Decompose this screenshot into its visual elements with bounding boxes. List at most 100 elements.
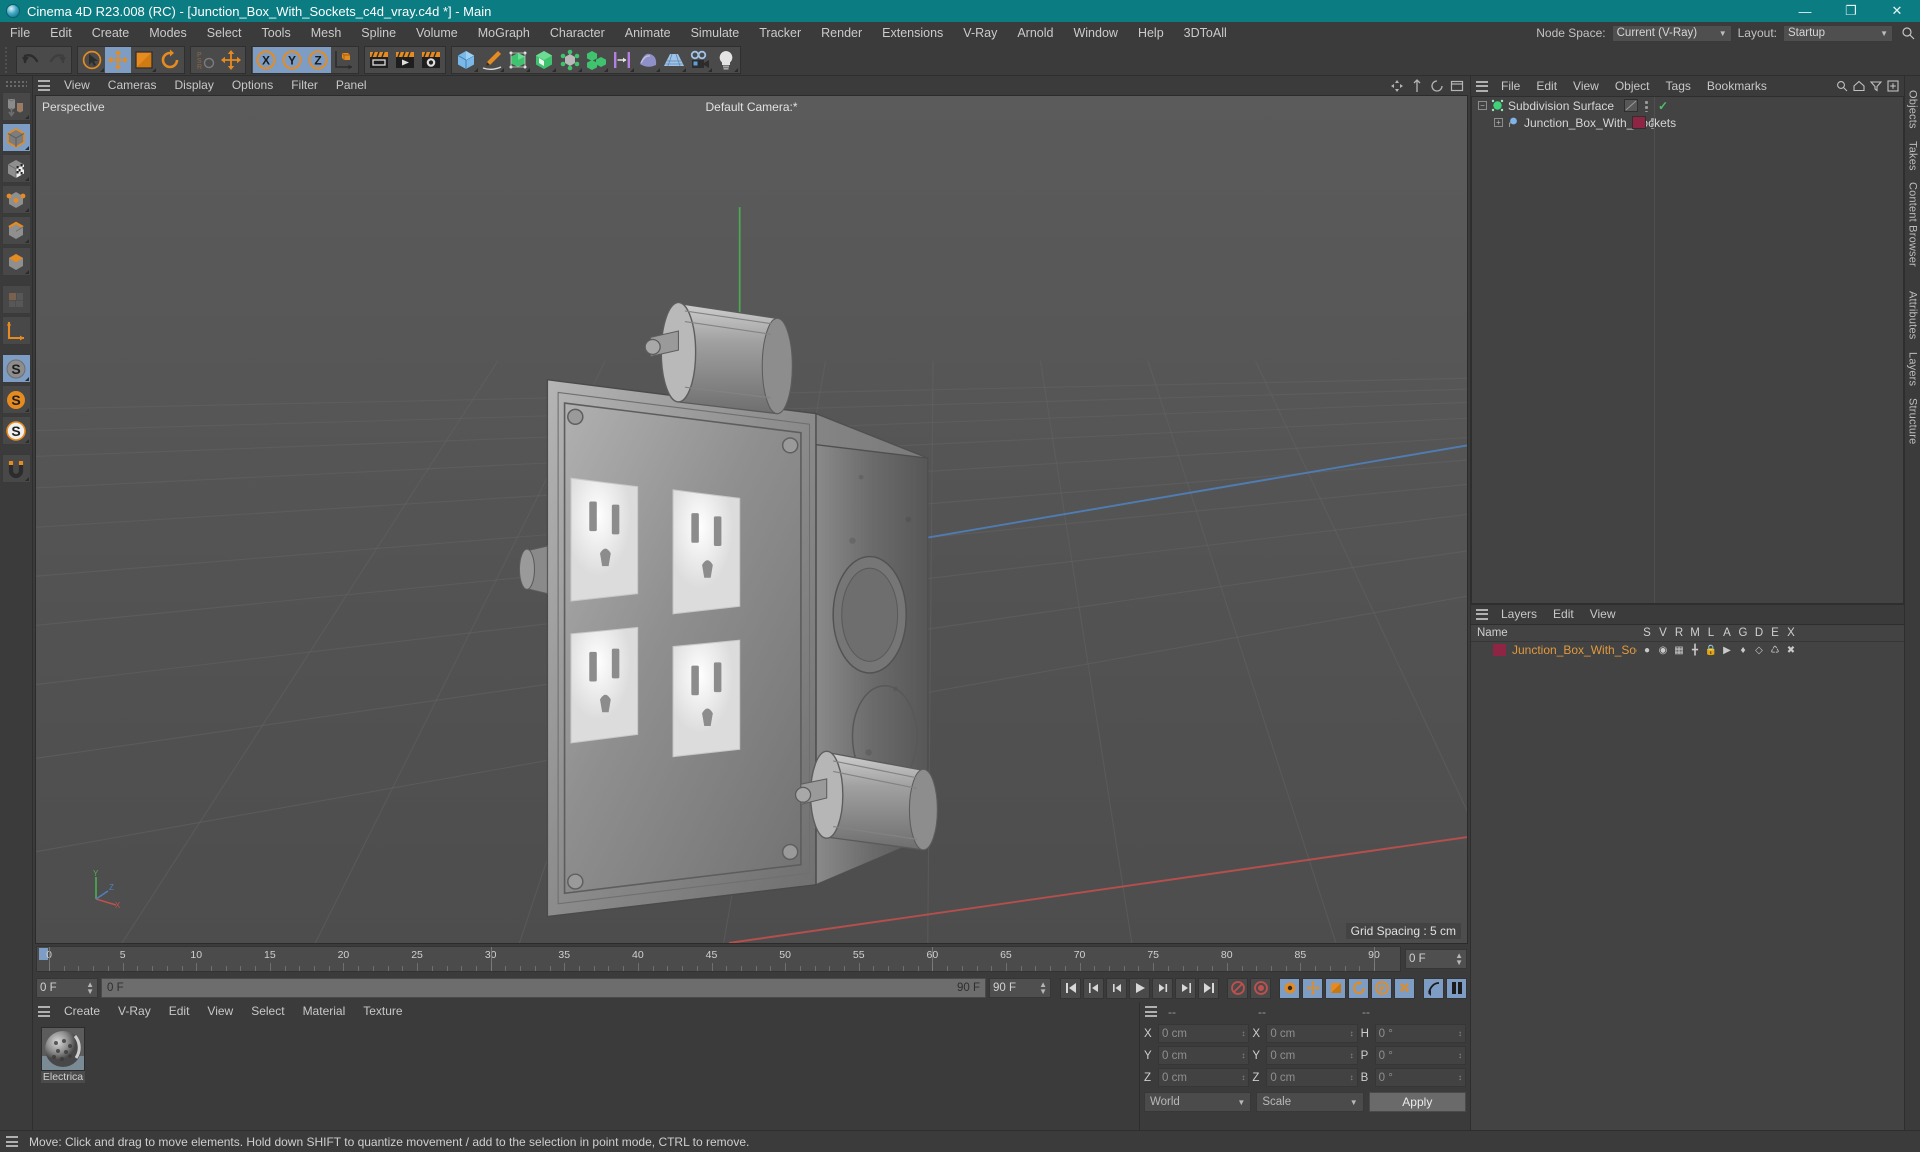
viewport-menu-display[interactable]: Display: [165, 76, 222, 95]
live-selection-button[interactable]: [79, 46, 105, 73]
make-editable-button[interactable]: [1, 92, 31, 121]
tab-layers[interactable]: Layers: [1907, 346, 1919, 392]
spinner-icon[interactable]: ↕: [1350, 1029, 1354, 1038]
layer-lock-icon[interactable]: 🔒: [1704, 645, 1718, 656]
viewport-menu-options[interactable]: Options: [223, 76, 282, 95]
spinner-icon[interactable]: ↕: [1241, 1029, 1245, 1038]
menu-extensions[interactable]: Extensions: [872, 22, 953, 44]
layer-deformer-icon[interactable]: ◇: [1752, 645, 1766, 656]
apply-button[interactable]: Apply: [1368, 1092, 1466, 1112]
tab-takes[interactable]: Takes: [1907, 135, 1919, 177]
pan-view-icon[interactable]: [1390, 79, 1404, 93]
extrude-generator-button[interactable]: [531, 46, 557, 73]
pen-spline-button[interactable]: [479, 46, 505, 73]
previous-frame-button[interactable]: [1106, 977, 1127, 999]
layer-manager-icon[interactable]: ╋: [1688, 645, 1702, 656]
viewport-menu-view[interactable]: View: [55, 76, 99, 95]
material-list[interactable]: Electrica: [33, 1021, 1139, 1130]
scale-tool-button[interactable]: [131, 46, 157, 73]
position-y-field[interactable]: 0 cm ↕: [1158, 1046, 1250, 1065]
menu-arnold[interactable]: Arnold: [1007, 22, 1063, 44]
auto-key-button[interactable]: [1250, 977, 1271, 999]
layout-dropdown[interactable]: Startup ▼: [1783, 24, 1893, 42]
object-enabled-check-icon[interactable]: ✓: [1658, 99, 1668, 113]
lock-y-button[interactable]: Y: [279, 46, 305, 73]
search-icon[interactable]: [1836, 80, 1848, 92]
render-picture-viewer-button[interactable]: [392, 46, 418, 73]
viewport-menu-cameras[interactable]: Cameras: [99, 76, 166, 95]
previous-key-button[interactable]: [1083, 977, 1104, 999]
layer-color-swatch[interactable]: [1493, 644, 1506, 656]
menu-tools[interactable]: Tools: [252, 22, 301, 44]
size-z-field[interactable]: 0 cm ↕: [1266, 1068, 1358, 1087]
coordinates-hamburger-icon[interactable]: [1143, 1005, 1159, 1018]
redo-button[interactable]: [44, 46, 70, 73]
layers-menu-edit[interactable]: Edit: [1545, 604, 1582, 624]
dynamics-button[interactable]: [1423, 977, 1444, 999]
minimize-button[interactable]: —: [1782, 0, 1828, 22]
material-menu-hamburger-icon[interactable]: [36, 1005, 52, 1018]
timeline-range-bar[interactable]: 0 F 90 F: [101, 978, 986, 998]
render-view-button[interactable]: [366, 46, 392, 73]
spinner-icon[interactable]: ↕: [1241, 1051, 1245, 1060]
object-menu-object[interactable]: Object: [1607, 76, 1658, 96]
world-move-button[interactable]: [218, 46, 244, 73]
rotation-h-field[interactable]: 0 ° ↕: [1374, 1024, 1466, 1043]
field-object-button[interactable]: [609, 46, 635, 73]
material-menu-material[interactable]: Material: [294, 1002, 355, 1021]
size-x-field[interactable]: 0 cm ↕: [1266, 1024, 1358, 1043]
coordinate-system-select[interactable]: World ▼: [1144, 1092, 1252, 1112]
menu-tracker[interactable]: Tracker: [749, 22, 811, 44]
enable-snap-button[interactable]: S: [1, 354, 31, 383]
menu-modes[interactable]: Modes: [139, 22, 197, 44]
cloner-mograph-button[interactable]: [583, 46, 609, 73]
object-dots-icon[interactable]: [1650, 116, 1655, 129]
end-frame-field[interactable]: 90 F ▲ ▼: [989, 978, 1051, 998]
object-menu-tags[interactable]: Tags: [1658, 76, 1699, 96]
viewport-menu-hamburger-icon[interactable]: [36, 79, 52, 92]
material-menu-vray[interactable]: V-Ray: [109, 1002, 160, 1021]
move-tool-button[interactable]: [105, 46, 131, 73]
spinner-icon[interactable]: ↕: [1241, 1073, 1245, 1082]
param-key-button[interactable]: P: [1371, 977, 1392, 999]
spinner-icon[interactable]: ↕: [1350, 1051, 1354, 1060]
spinner-icon[interactable]: ↕: [1458, 1051, 1462, 1060]
menu-mesh[interactable]: Mesh: [301, 22, 352, 44]
object-menu-file[interactable]: File: [1493, 76, 1528, 96]
floor-scene-button[interactable]: [661, 46, 687, 73]
menu-help[interactable]: Help: [1128, 22, 1174, 44]
rotation-p-field[interactable]: 0 ° ↕: [1374, 1046, 1466, 1065]
tab-content-browser[interactable]: Content Browser: [1907, 176, 1919, 273]
node-space-dropdown[interactable]: Current (V-Ray) ▼: [1611, 24, 1732, 42]
object-row-subdivision-surface[interactable]: − Subdivision Surface ✓: [1472, 97, 1903, 114]
polygon-mode-button[interactable]: [1, 247, 31, 276]
spinner-icon[interactable]: ↕: [1458, 1029, 1462, 1038]
position-x-field[interactable]: 0 cm ↕: [1158, 1024, 1250, 1043]
tab-objects[interactable]: Objects: [1907, 84, 1919, 135]
expand-collapse-icon[interactable]: −: [1478, 101, 1487, 110]
object-menu-view[interactable]: View: [1565, 76, 1607, 96]
menu-render[interactable]: Render: [811, 22, 872, 44]
object-tag-swatch[interactable]: [1624, 99, 1638, 112]
timeline-ruler[interactable]: 051015202530354045505560657075808590: [36, 946, 1401, 972]
status-bar-hamburger-icon[interactable]: [4, 1135, 20, 1148]
layer-solo-icon[interactable]: ●: [1640, 645, 1654, 656]
quantize-snap-button[interactable]: S: [1, 385, 31, 414]
viewport-menu-panel[interactable]: Panel: [327, 76, 376, 95]
menu-window[interactable]: Window: [1063, 22, 1127, 44]
material-menu-view[interactable]: View: [198, 1002, 242, 1021]
lock-x-button[interactable]: X: [253, 46, 279, 73]
menu-spline[interactable]: Spline: [351, 22, 406, 44]
position-z-field[interactable]: 0 cm ↕: [1158, 1068, 1250, 1087]
layer-animation-icon[interactable]: ▶: [1720, 645, 1734, 656]
expand-collapse-icon[interactable]: +: [1494, 118, 1503, 127]
next-frame-button[interactable]: [1152, 977, 1173, 999]
size-y-field[interactable]: 0 cm ↕: [1266, 1046, 1358, 1065]
object-material-tag[interactable]: [1632, 116, 1646, 129]
object-dots-icon[interactable]: [1644, 99, 1649, 112]
material-menu-select[interactable]: Select: [242, 1002, 293, 1021]
lock-z-button[interactable]: Z: [305, 46, 331, 73]
model-mode-button[interactable]: [1, 123, 31, 152]
maximize-button[interactable]: ❐: [1828, 0, 1874, 22]
object-menu-edit[interactable]: Edit: [1528, 76, 1565, 96]
